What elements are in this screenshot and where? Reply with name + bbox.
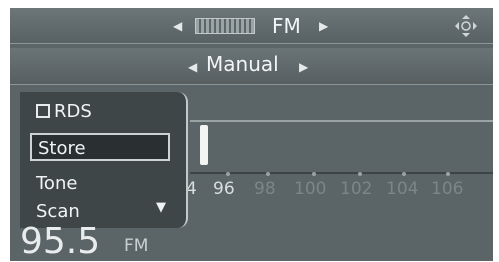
- scale-tick: [266, 172, 270, 176]
- checkbox-icon[interactable]: [36, 104, 50, 118]
- band-prev-arrow-icon[interactable]: ◀: [173, 19, 182, 33]
- menu-item-label: Store: [38, 138, 86, 159]
- frequency-track: [190, 120, 493, 122]
- scale-label: 100: [294, 179, 327, 199]
- scale-label: 98: [254, 179, 276, 199]
- tuning-marker[interactable]: [200, 125, 208, 165]
- mode-label: Manual: [206, 52, 279, 76]
- scale-tick: [358, 172, 362, 176]
- mode-next-arrow-icon[interactable]: ▶: [299, 60, 308, 74]
- menu-item-tone[interactable]: Tone: [30, 170, 170, 198]
- band-next-arrow-icon[interactable]: ▶: [319, 19, 328, 33]
- menu-item-rds[interactable]: RDS: [30, 98, 170, 126]
- scale-label: 106: [431, 179, 464, 199]
- scale-tick: [402, 172, 406, 176]
- directional-pad-icon[interactable]: [454, 14, 478, 38]
- scale-label: 104: [386, 179, 419, 199]
- scale-tick: [226, 172, 230, 176]
- radio-screen: ◀ FM ▶ ◀ Manual ▶ 4 96 98 100 102 104 10…: [10, 8, 493, 261]
- menu-item-label: Scan: [36, 201, 80, 222]
- menu-item-label: Tone: [36, 173, 78, 194]
- current-frequency: 95.5: [20, 221, 101, 262]
- scale-tick: [312, 172, 316, 176]
- scale-tick: [446, 172, 450, 176]
- scale-label: 96: [213, 179, 235, 199]
- scale-label: 102: [340, 179, 373, 199]
- scroll-down-icon[interactable]: ▼: [156, 200, 166, 215]
- frequency-unit: FM: [124, 236, 149, 256]
- mode-prev-arrow-icon[interactable]: ◀: [188, 60, 197, 74]
- menu-item-store[interactable]: Store: [30, 133, 170, 161]
- band-label: FM: [272, 14, 301, 38]
- menu-item-label: RDS: [54, 101, 92, 122]
- radio-band-icon: [195, 18, 255, 34]
